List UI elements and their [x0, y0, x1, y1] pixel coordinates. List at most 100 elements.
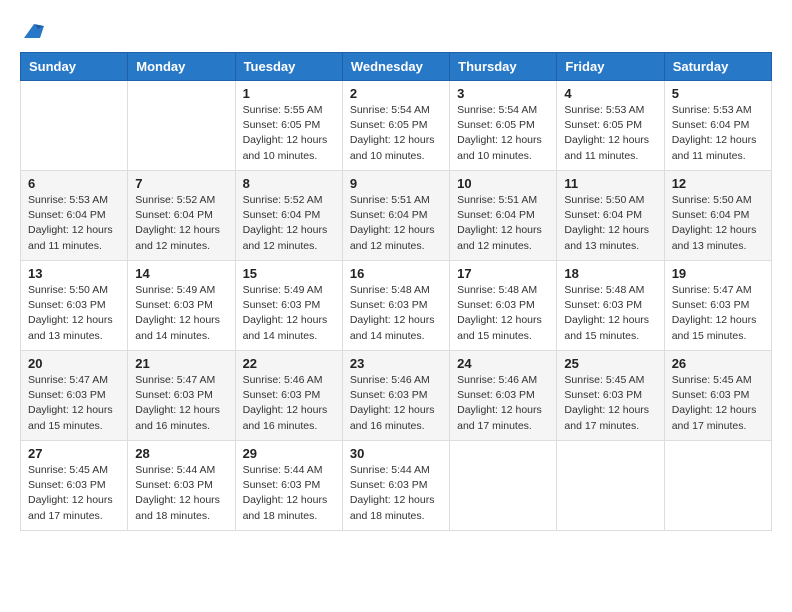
day-number: 17 [457, 266, 549, 281]
calendar-cell: 25 Sunrise: 5:45 AM Sunset: 6:03 PM Dayli… [557, 351, 664, 441]
calendar-week-row: 27 Sunrise: 5:45 AM Sunset: 6:03 PM Dayli… [21, 441, 772, 531]
calendar-cell: 29Sunrise: 5:44 AM Sunset: 6:03 PM Dayli… [235, 441, 342, 531]
day-number: 14 [135, 266, 227, 281]
calendar-cell: 19 Sunrise: 5:47 AM Sunset: 6:03 PM Dayli… [664, 261, 771, 351]
calendar-cell [128, 81, 235, 171]
day-info: Sunrise: 5:53 AM Sunset: 6:04 PM Dayligh… [672, 103, 764, 164]
calendar-cell: 2 Sunrise: 5:54 AM Sunset: 6:05 PM Daylig… [342, 81, 449, 171]
day-info: Sunrise: 5:53 AM Sunset: 6:04 PM Dayligh… [28, 193, 120, 254]
day-info: Sunrise: 5:53 AM Sunset: 6:05 PM Dayligh… [564, 103, 656, 164]
day-info: Sunrise: 5:46 AM Sunset: 6:03 PM Dayligh… [457, 373, 549, 434]
day-number: 20 [28, 356, 120, 371]
day-number: 4 [564, 86, 656, 101]
day-info: Sunrise: 5:44 AM Sunset: 6:03 PM Dayligh… [350, 463, 442, 524]
day-info: Sunrise: 5:47 AM Sunset: 6:03 PM Dayligh… [672, 283, 764, 344]
calendar-cell [664, 441, 771, 531]
calendar-week-row: 20 Sunrise: 5:47 AM Sunset: 6:03 PM Dayli… [21, 351, 772, 441]
day-info: Sunrise: 5:51 AM Sunset: 6:04 PM Dayligh… [457, 193, 549, 254]
day-number: 3 [457, 86, 549, 101]
day-info: Sunrise: 5:52 AM Sunset: 6:04 PM Dayligh… [243, 193, 335, 254]
day-info: Sunrise: 5:45 AM Sunset: 6:03 PM Dayligh… [672, 373, 764, 434]
day-number: 28 [135, 446, 227, 461]
calendar-cell: 4 Sunrise: 5:53 AM Sunset: 6:05 PM Daylig… [557, 81, 664, 171]
day-number: 16 [350, 266, 442, 281]
day-number: 10 [457, 176, 549, 191]
day-info: Sunrise: 5:50 AM Sunset: 6:04 PM Dayligh… [672, 193, 764, 254]
calendar-cell: 27 Sunrise: 5:45 AM Sunset: 6:03 PM Dayli… [21, 441, 128, 531]
weekday-header-thursday: Thursday [450, 53, 557, 81]
day-info: Sunrise: 5:50 AM Sunset: 6:03 PM Dayligh… [28, 283, 120, 344]
day-number: 21 [135, 356, 227, 371]
weekday-header-row: SundayMondayTuesdayWednesdayThursdayFrid… [21, 53, 772, 81]
calendar-cell: 9Sunrise: 5:51 AM Sunset: 6:04 PM Daylig… [342, 171, 449, 261]
weekday-header-friday: Friday [557, 53, 664, 81]
calendar-cell: 12 Sunrise: 5:50 AM Sunset: 6:04 PM Dayli… [664, 171, 771, 261]
day-number: 25 [564, 356, 656, 371]
calendar-cell: 5 Sunrise: 5:53 AM Sunset: 6:04 PM Daylig… [664, 81, 771, 171]
calendar-cell: 15 Sunrise: 5:49 AM Sunset: 6:03 PM Dayli… [235, 261, 342, 351]
day-number: 27 [28, 446, 120, 461]
day-info: Sunrise: 5:54 AM Sunset: 6:05 PM Dayligh… [350, 103, 442, 164]
day-number: 15 [243, 266, 335, 281]
day-info: Sunrise: 5:52 AM Sunset: 6:04 PM Dayligh… [135, 193, 227, 254]
day-info: Sunrise: 5:49 AM Sunset: 6:03 PM Dayligh… [243, 283, 335, 344]
calendar-cell: 11 Sunrise: 5:50 AM Sunset: 6:04 PM Dayli… [557, 171, 664, 261]
weekday-header-wednesday: Wednesday [342, 53, 449, 81]
day-number: 29 [243, 446, 335, 461]
calendar-cell: 23 Sunrise: 5:46 AM Sunset: 6:03 PM Dayli… [342, 351, 449, 441]
day-info: Sunrise: 5:50 AM Sunset: 6:04 PM Dayligh… [564, 193, 656, 254]
day-info: Sunrise: 5:46 AM Sunset: 6:03 PM Dayligh… [350, 373, 442, 434]
day-number: 9 [350, 176, 442, 191]
day-number: 2 [350, 86, 442, 101]
day-info: Sunrise: 5:46 AM Sunset: 6:03 PM Dayligh… [243, 373, 335, 434]
calendar-cell: 28 Sunrise: 5:44 AM Sunset: 6:03 PM Dayli… [128, 441, 235, 531]
calendar-cell: 13 Sunrise: 5:50 AM Sunset: 6:03 PM Dayli… [21, 261, 128, 351]
day-number: 5 [672, 86, 764, 101]
calendar-cell: 7Sunrise: 5:52 AM Sunset: 6:04 PM Daylig… [128, 171, 235, 261]
weekday-header-monday: Monday [128, 53, 235, 81]
calendar-cell [21, 81, 128, 171]
calendar-cell: 3 Sunrise: 5:54 AM Sunset: 6:05 PM Daylig… [450, 81, 557, 171]
day-number: 13 [28, 266, 120, 281]
page-header [20, 20, 772, 42]
calendar-cell: 22 Sunrise: 5:46 AM Sunset: 6:03 PM Dayli… [235, 351, 342, 441]
weekday-header-saturday: Saturday [664, 53, 771, 81]
day-info: Sunrise: 5:54 AM Sunset: 6:05 PM Dayligh… [457, 103, 549, 164]
calendar-cell [557, 441, 664, 531]
day-number: 19 [672, 266, 764, 281]
day-number: 11 [564, 176, 656, 191]
day-info: Sunrise: 5:48 AM Sunset: 6:03 PM Dayligh… [564, 283, 656, 344]
day-info: Sunrise: 5:44 AM Sunset: 6:03 PM Dayligh… [135, 463, 227, 524]
calendar-cell: 17 Sunrise: 5:48 AM Sunset: 6:03 PM Dayli… [450, 261, 557, 351]
calendar-week-row: 13 Sunrise: 5:50 AM Sunset: 6:03 PM Dayli… [21, 261, 772, 351]
calendar-cell: 20 Sunrise: 5:47 AM Sunset: 6:03 PM Dayli… [21, 351, 128, 441]
calendar-cell: 18 Sunrise: 5:48 AM Sunset: 6:03 PM Dayli… [557, 261, 664, 351]
day-info: Sunrise: 5:49 AM Sunset: 6:03 PM Dayligh… [135, 283, 227, 344]
day-number: 18 [564, 266, 656, 281]
calendar-cell: 10 Sunrise: 5:51 AM Sunset: 6:04 PM Dayli… [450, 171, 557, 261]
day-number: 30 [350, 446, 442, 461]
calendar-week-row: 6Sunrise: 5:53 AM Sunset: 6:04 PM Daylig… [21, 171, 772, 261]
day-info: Sunrise: 5:45 AM Sunset: 6:03 PM Dayligh… [564, 373, 656, 434]
calendar-table: SundayMondayTuesdayWednesdayThursdayFrid… [20, 52, 772, 531]
logo [20, 20, 52, 42]
calendar-cell: 6Sunrise: 5:53 AM Sunset: 6:04 PM Daylig… [21, 171, 128, 261]
day-number: 12 [672, 176, 764, 191]
day-number: 23 [350, 356, 442, 371]
calendar-cell: 26Sunrise: 5:45 AM Sunset: 6:03 PM Dayli… [664, 351, 771, 441]
day-info: Sunrise: 5:48 AM Sunset: 6:03 PM Dayligh… [457, 283, 549, 344]
logo-bird-icon [20, 20, 48, 42]
day-info: Sunrise: 5:47 AM Sunset: 6:03 PM Dayligh… [28, 373, 120, 434]
day-info: Sunrise: 5:47 AM Sunset: 6:03 PM Dayligh… [135, 373, 227, 434]
calendar-cell: 21 Sunrise: 5:47 AM Sunset: 6:03 PM Dayli… [128, 351, 235, 441]
day-info: Sunrise: 5:55 AM Sunset: 6:05 PM Dayligh… [243, 103, 335, 164]
day-number: 8 [243, 176, 335, 191]
day-number: 22 [243, 356, 335, 371]
weekday-header-tuesday: Tuesday [235, 53, 342, 81]
day-number: 1 [243, 86, 335, 101]
calendar-cell: 14 Sunrise: 5:49 AM Sunset: 6:03 PM Dayli… [128, 261, 235, 351]
calendar-cell [450, 441, 557, 531]
calendar-cell: 8 Sunrise: 5:52 AM Sunset: 6:04 PM Daylig… [235, 171, 342, 261]
weekday-header-sunday: Sunday [21, 53, 128, 81]
day-info: Sunrise: 5:45 AM Sunset: 6:03 PM Dayligh… [28, 463, 120, 524]
